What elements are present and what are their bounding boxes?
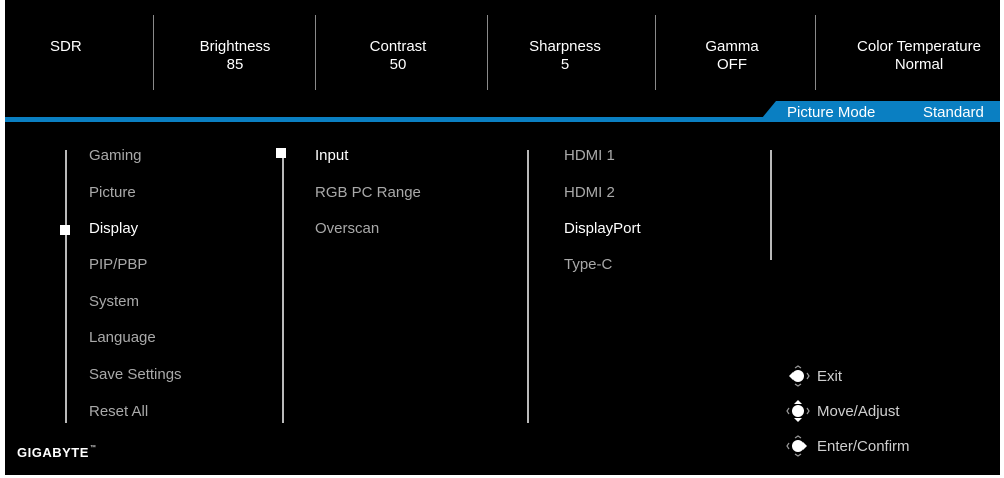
status-sharpness: Sharpness 5 [505,38,625,74]
joystick-left-icon [789,365,810,387]
gamma-value: OFF [717,56,747,73]
menu-item-display[interactable]: Display [89,220,138,238]
hint-enter-confirm-label: Enter/Confirm [817,437,910,455]
divider [815,15,816,90]
menu-item-gaming[interactable]: Gaming [89,147,142,165]
contrast-label: Contrast [369,38,427,55]
color-temperature-value: Normal [894,56,944,73]
status-sdr: SDR [50,38,82,56]
sharpness-value: 5 [560,56,570,73]
hint-enter-confirm: Enter/Confirm [785,435,910,457]
option-hdmi-1[interactable]: HDMI 1 [564,147,615,165]
brightness-value: 85 [226,56,244,73]
menu-item-system[interactable]: System [89,293,139,311]
hint-exit-label: Exit [817,367,843,385]
selection-marker [60,225,70,235]
options-line [527,150,529,423]
submenu-item-overscan[interactable]: Overscan [315,220,379,238]
gigabyte-logo: GIGABYTE™ [17,445,96,460]
option-displayport[interactable]: DisplayPort [564,220,641,238]
divider [655,15,656,90]
brightness-label: Brightness [199,38,271,55]
color-temperature-label: Color Temperature [857,38,981,55]
option-hdmi-2[interactable]: HDMI 2 [564,184,615,202]
brand-name: GIGABYTE [17,445,89,460]
divider [315,15,316,90]
selection-marker [276,148,286,158]
submenu-item-input[interactable]: Input [315,147,348,165]
menu-item-picture[interactable]: Picture [89,184,136,202]
divider [153,15,154,90]
divider [487,15,488,90]
menu-item-reset-all[interactable]: Reset All [89,403,148,421]
option-type-c[interactable]: Type-C [564,256,612,274]
right-panel-line [770,150,772,260]
contrast-value: 50 [389,56,407,73]
status-contrast: Contrast 50 [338,38,458,74]
sharpness-label: Sharpness [529,38,601,55]
status-brightness: Brightness 85 [175,38,295,74]
joystick-right-icon [786,435,807,457]
main-menu-line [65,150,67,423]
hint-exit: Exit [785,365,842,387]
submenu-line [282,150,284,423]
menu-item-pip-pbp[interactable]: PIP/PBP [89,256,147,274]
monitor-osd: SDR Brightness 85 Contrast 50 Sharpness … [5,0,1000,475]
submenu-item-rgb-pc-range[interactable]: RGB PC Range [315,184,421,202]
trademark-mark: ™ [89,445,97,451]
hint-move-adjust-label: Move/Adjust [817,402,900,420]
status-color-temperature: Color Temperature Normal [839,38,999,74]
menu-item-save-settings[interactable]: Save Settings [89,366,182,384]
joystick-up-down-icon [786,400,810,422]
menu-item-language[interactable]: Language [89,329,156,347]
status-gamma: Gamma OFF [672,38,792,74]
status-bar: SDR Brightness 85 Contrast 50 Sharpness … [5,0,1000,118]
gamma-label: Gamma [705,38,759,55]
status-sdr-label: SDR [50,38,82,55]
hint-move-adjust: Move/Adjust [785,400,900,422]
picture-mode-bar [5,117,1000,122]
